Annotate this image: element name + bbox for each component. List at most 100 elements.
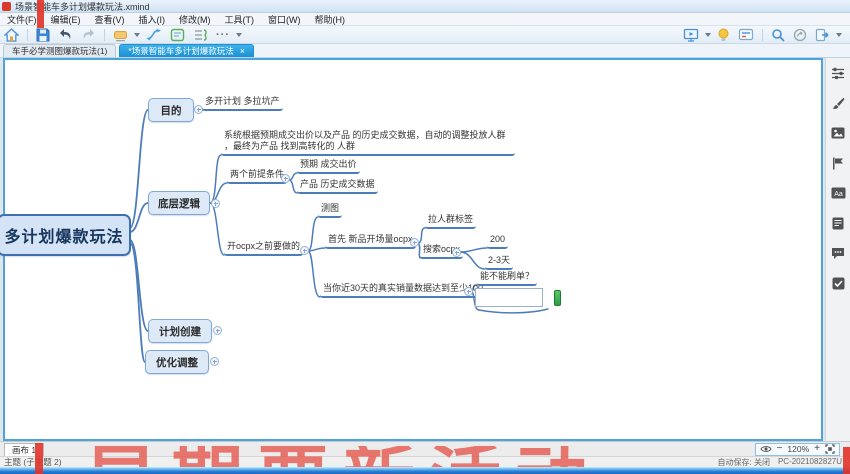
topic-sales-30days[interactable]: 当你近30天的真实销量数据达到至少100: [320, 283, 486, 298]
topic-optimize[interactable]: 优化调整: [145, 350, 209, 374]
marker-flag-button[interactable]: [826, 148, 850, 178]
presentation-dropdown-caret[interactable]: [705, 33, 711, 37]
presentation-button[interactable]: [679, 27, 703, 43]
undo-button[interactable]: [54, 27, 77, 43]
presentation-icon: [683, 28, 699, 42]
topic-can-brush[interactable]: 能不能刷单？: [477, 271, 537, 286]
search-icon: [771, 28, 785, 42]
export-icon: [815, 28, 830, 42]
collapse-icon[interactable]: [410, 238, 419, 247]
summary-button[interactable]: [166, 27, 189, 43]
collapse-icon[interactable]: [211, 199, 220, 208]
menu-view[interactable]: 查看(V): [88, 13, 132, 26]
label-icon: Aa: [831, 187, 846, 199]
bottom-blue-strip: [0, 467, 850, 474]
zoom-level: 120%: [787, 444, 809, 454]
collapse-icon[interactable]: [452, 248, 461, 257]
lightbulb-button[interactable]: [713, 27, 734, 43]
comment-button[interactable]: [826, 238, 850, 268]
redo-button[interactable]: [77, 27, 100, 43]
toolbar: ···: [0, 26, 850, 44]
collapse-icon[interactable]: [213, 326, 222, 335]
export-dropdown-caret[interactable]: [836, 33, 842, 37]
more-dropdown-caret[interactable]: [236, 33, 242, 37]
home-button[interactable]: [0, 27, 23, 43]
notes-icon: [832, 217, 844, 230]
topic-before-ocpx[interactable]: 开ocpx之前要做的: [224, 241, 303, 256]
device-name: PC-2021082827U: [778, 457, 842, 468]
workspace: 多计划爆款玩法 目的 多开计划 多拉坑产 底层逻辑 系统根据预期成交出价以及产品…: [0, 58, 850, 441]
topic-premise[interactable]: 两个前提条件: [227, 169, 287, 184]
image-button[interactable]: [826, 118, 850, 148]
marker-dropdown-caret[interactable]: [134, 33, 140, 37]
right-sidebar: Aa: [825, 58, 850, 441]
eye-icon[interactable]: [760, 445, 772, 453]
relationship-button[interactable]: [142, 27, 166, 43]
topic-test-pic[interactable]: 测图: [318, 203, 342, 218]
menu-edit[interactable]: 编辑(E): [44, 13, 88, 26]
xmind-window: 场景智能车多计划爆款玩法.xmind 文件(F) 编辑(E) 查看(V) 插入(…: [0, 0, 850, 474]
share-button[interactable]: [789, 27, 811, 43]
card-icon: [738, 28, 754, 41]
menu-insert[interactable]: 插入(I): [132, 13, 173, 26]
outline-button[interactable]: [189, 27, 212, 43]
topic-logic[interactable]: 底层逻辑: [148, 191, 210, 215]
topic-plan-create[interactable]: 计划创建: [148, 319, 212, 343]
toolbar-separator: [104, 29, 105, 41]
label-glyph: Aa: [834, 191, 843, 198]
fit-screen-icon[interactable]: [825, 444, 835, 454]
title-bar: 场景智能车多计划爆款玩法.xmind: [0, 0, 850, 13]
save-button[interactable]: [32, 27, 54, 43]
flag-icon: [832, 157, 844, 170]
topic-purpose-child[interactable]: 多开计划 多拉坑产: [202, 96, 283, 111]
central-topic[interactable]: 多计划爆款玩法: [0, 214, 131, 256]
menu-window[interactable]: 窗口(W): [261, 13, 308, 26]
style-brush-button[interactable]: [826, 88, 850, 118]
task-checkbox-icon: [832, 277, 845, 290]
task-button[interactable]: [826, 268, 850, 298]
tab-current-document[interactable]: *场景智能车多计划爆款玩法 ×: [119, 44, 254, 57]
redo-icon: [81, 28, 96, 41]
topic-purpose[interactable]: 目的: [148, 98, 194, 122]
more-dots-icon: ···: [216, 30, 230, 40]
topic-2-3-days[interactable]: 2-3天: [485, 255, 513, 270]
tab-label: *场景智能车多计划爆款玩法: [128, 45, 233, 57]
window-title: 场景智能车多计划爆款玩法.xmind: [15, 0, 150, 13]
zoom-out-button[interactable]: −: [777, 444, 783, 454]
topic-premise-2[interactable]: 产品 历史成交数据: [297, 179, 378, 194]
tab-close-icon[interactable]: ×: [240, 47, 245, 56]
collapse-icon[interactable]: [281, 174, 290, 183]
marker-button[interactable]: [109, 27, 132, 43]
search-button[interactable]: [767, 27, 789, 43]
sticker-label-button[interactable]: Aa: [826, 178, 850, 208]
zoom-in-button[interactable]: +: [814, 444, 820, 454]
collapse-icon[interactable]: [300, 246, 309, 255]
editing-topic-box[interactable]: [475, 288, 543, 307]
topic-first-ocpx[interactable]: 首先 新品开场量ocpx: [325, 234, 416, 249]
home-icon: [4, 28, 19, 42]
mindmap-canvas[interactable]: 多计划爆款玩法 目的 多开计划 多拉坑产 底层逻辑 系统根据预期成交出价以及产品…: [3, 58, 823, 441]
menu-help[interactable]: 帮助(H): [308, 13, 353, 26]
card-button[interactable]: [734, 27, 758, 43]
collapse-icon[interactable]: [210, 357, 219, 366]
topic-premise-1[interactable]: 预期 成交出价: [297, 159, 360, 174]
sheet-tab-label: 画布 1: [12, 444, 36, 456]
relationship-icon: [146, 28, 162, 41]
topic-pull-tag[interactable]: 拉人群标签: [425, 214, 476, 229]
drag-handle[interactable]: [554, 290, 561, 306]
paintbrush-icon: [831, 97, 845, 110]
topic-200[interactable]: 200: [487, 234, 508, 249]
watermark-stripe-bottom-right: [843, 447, 850, 474]
format-panel-button[interactable]: [826, 58, 850, 88]
tab-other-document[interactable]: 车手必学测图爆款玩法(1): [3, 44, 116, 57]
collapse-icon[interactable]: [464, 287, 473, 296]
lightbulb-icon: [717, 28, 730, 42]
export-button[interactable]: [811, 27, 834, 43]
more-button[interactable]: ···: [212, 27, 234, 43]
topic-logic-desc[interactable]: 系统根据预期成交出价以及产品 的历史成交数据，自动的调整投放人群 ，最终为产品 …: [221, 130, 515, 156]
menu-modify[interactable]: 修改(M): [172, 13, 218, 26]
menu-tools[interactable]: 工具(T): [218, 13, 262, 26]
format-sliders-icon: [831, 67, 845, 80]
notes-button[interactable]: [826, 208, 850, 238]
tab-label: 车手必学测图爆款玩法(1): [12, 45, 107, 57]
